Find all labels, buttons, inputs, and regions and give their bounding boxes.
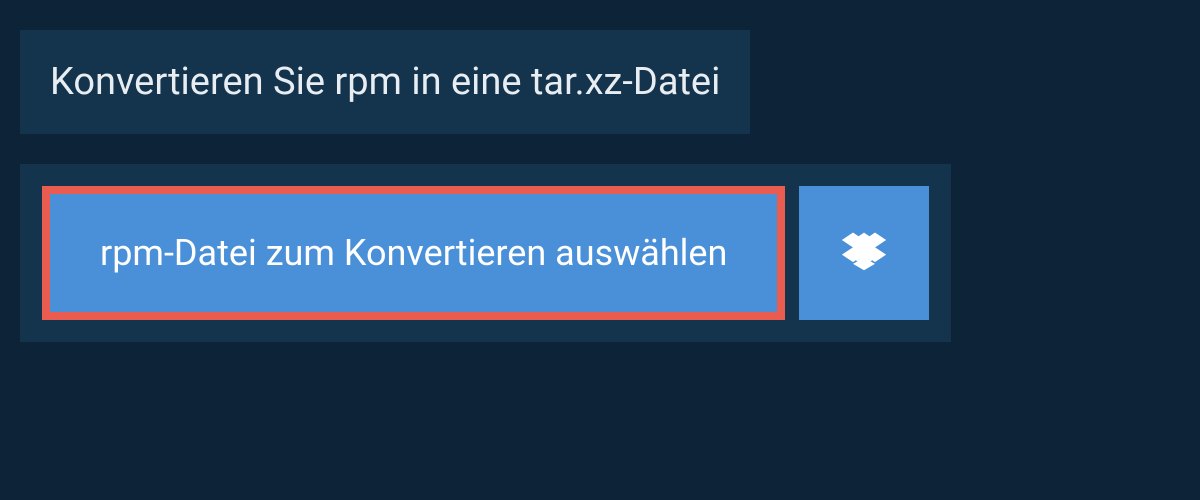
page-title: Konvertieren Sie rpm in eine tar.xz-Date…: [50, 60, 720, 104]
title-bar: Konvertieren Sie rpm in eine tar.xz-Date…: [20, 30, 750, 134]
upload-actions-panel: rpm-Datei zum Konvertieren auswählen: [20, 164, 951, 342]
select-file-button[interactable]: rpm-Datei zum Konvertieren auswählen: [42, 186, 785, 320]
select-file-button-label: rpm-Datei zum Konvertieren auswählen: [100, 232, 727, 274]
dropbox-button[interactable]: [799, 186, 929, 320]
dropbox-icon: [842, 229, 886, 277]
